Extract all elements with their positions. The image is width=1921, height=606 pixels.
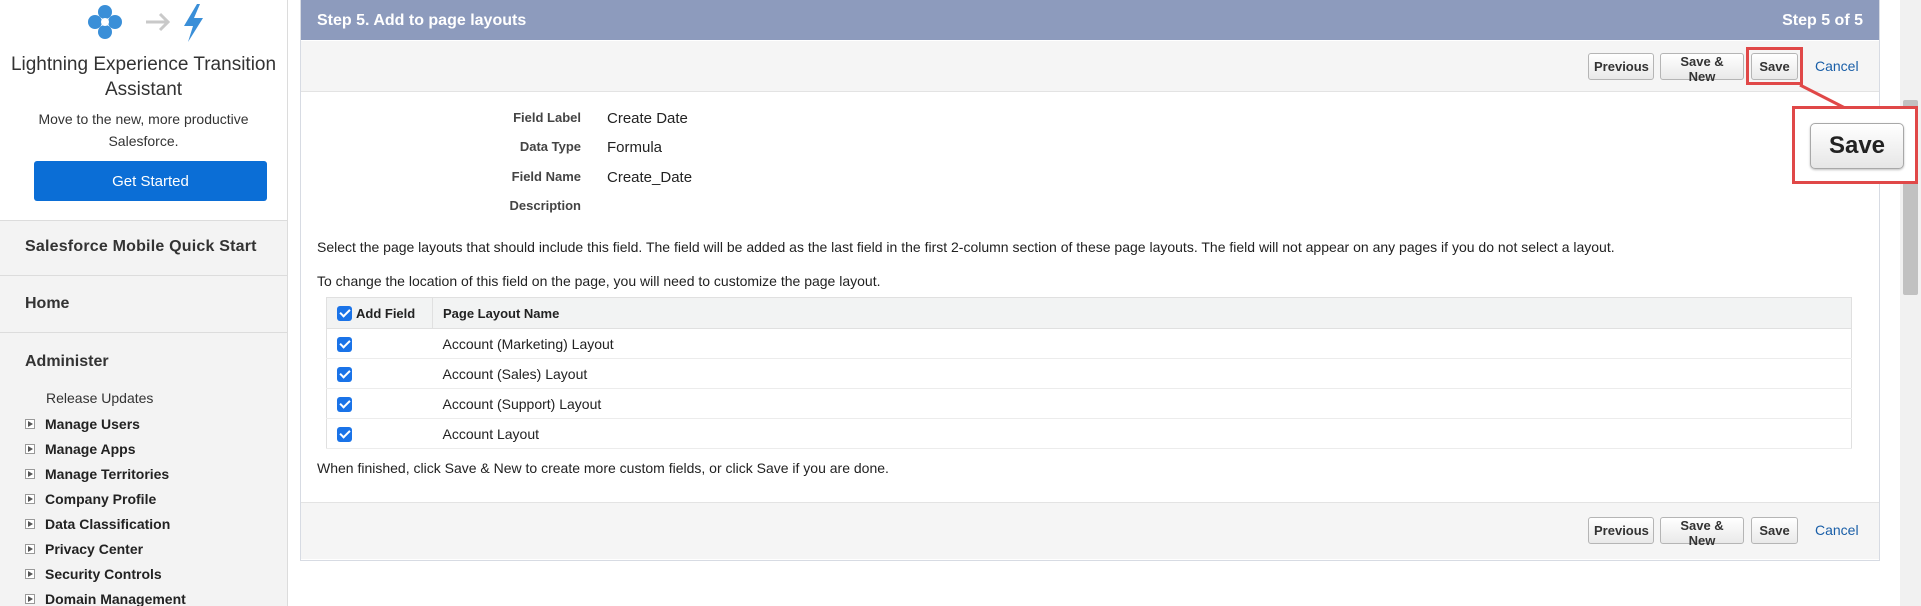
field-name-label: Field Name [511,169,581,184]
add-field-cell [326,358,433,389]
cancel-link[interactable]: Cancel [1815,58,1859,74]
sidebar-section-label: Salesforce Mobile Quick Start [25,238,257,255]
expand-icon[interactable] [25,593,35,604]
promo-subtitle: Move to the new, more productive Salesfo… [38,111,249,149]
salesforce-flower-icon [88,5,122,39]
table-header-row: Add Field Page Layout Name [326,297,1852,329]
layout-name-cell: Account (Support) Layout [432,388,1852,419]
sidebar-item-label: Company Profile [45,490,157,507]
cancel-link[interactable]: Cancel [1815,522,1859,538]
instructions-change-location: To change the location of this field on … [317,273,881,289]
expand-icon[interactable] [25,418,35,429]
page-layouts-table: Add Field Page Layout Name Account (Mark… [326,297,1852,449]
sidebar-item-label: Manage Users [45,415,140,432]
instructions-finished: When finished, click Save & New to creat… [317,460,889,476]
sidebar-item-release-updates[interactable]: Release Updates [46,390,153,406]
data-type-label: Data Type [519,139,581,154]
add-field-checkbox[interactable] [337,396,352,412]
sidebar-item-company-profile[interactable]: Company Profile [25,486,186,511]
sidebar-section-mobile-quick-start[interactable]: Salesforce Mobile Quick Start [0,221,287,276]
lightning-promo: Lightning Experience Transition Assistan… [0,0,287,221]
bottom-button-bar: Previous Save & New Save Cancel [301,502,1879,559]
sidebar-item-domain-management[interactable]: Domain Management [25,586,186,606]
setup-sidebar: Lightning Experience Transition Assistan… [0,0,288,606]
save-and-new-button[interactable]: Save & New [1660,517,1744,548]
save-highlight-box [1746,47,1803,85]
table-row: Account (Sales) Layout [326,358,1852,389]
add-field-cell [326,328,433,359]
expand-icon[interactable] [25,543,35,554]
sidebar-item-privacy-center[interactable]: Privacy Center [25,536,186,561]
field-label-label: Field Label [513,110,581,125]
layout-name-cell: Account Layout [432,418,1852,449]
sidebar-item-label: Privacy Center [45,540,144,557]
field-label-value: Create Date [607,110,688,127]
arrow-right-icon [146,12,171,32]
expand-icon[interactable] [25,468,35,479]
layout-name-cell: Account (Marketing) Layout [432,328,1852,359]
sidebar-item-label: Manage Apps [45,440,136,457]
step-panel: Step 5. Add to page layouts Step 5 of 5 … [300,0,1880,561]
table-row: Account (Support) Layout [326,388,1852,419]
expand-icon[interactable] [25,493,35,504]
expand-icon[interactable] [25,443,35,454]
layout-name-cell: Account (Sales) Layout [432,358,1852,389]
save-and-new-button[interactable]: Save & New [1660,53,1744,84]
administer-tree: Manage Users Manage Apps Manage Territor… [25,411,186,606]
add-field-checkbox[interactable] [337,366,352,382]
expand-icon[interactable] [25,568,35,579]
sidebar-item-label: Domain Management [45,590,186,606]
data-type-value: Formula [607,139,663,156]
sidebar-item-data-classification[interactable]: Data Classification [25,511,186,536]
field-name-value: Create_Date [607,169,693,186]
sidebar-item-security-controls[interactable]: Security Controls [25,561,186,586]
sidebar-item-label: Manage Territories [45,465,170,482]
lightning-bolt-icon [184,4,203,42]
zoomed-save-callout: Save [1792,106,1918,184]
previous-button[interactable]: Previous [1588,517,1654,544]
page-scrollbar[interactable] [1900,0,1921,606]
previous-button[interactable]: Previous [1588,53,1654,80]
get-started-button[interactable]: Get Started [34,161,267,201]
instructions-select-layouts: Select the page layouts that should incl… [317,239,1615,255]
expand-icon[interactable] [25,518,35,529]
sidebar-section-home[interactable]: Home [0,276,287,333]
page-layout-name-header: Page Layout Name [432,297,1852,329]
column-header-label: Add Field [356,306,416,322]
sidebar-section-label: Home [25,295,70,312]
sidebar-item-manage-apps[interactable]: Manage Apps [25,436,186,461]
add-field-checkbox[interactable] [337,336,352,352]
sidebar-section-administer: Administer Release Updates Manage Users … [0,333,287,606]
sidebar-item-manage-territories[interactable]: Manage Territories [25,461,186,486]
promo-title: Lightning Experience Transition Assistan… [10,54,277,100]
sidebar-item-label: Security Controls [45,565,162,582]
save-button[interactable]: Save [1751,517,1798,544]
sidebar-section-label: Administer [25,353,109,370]
step-header: Step 5. Add to page layouts Step 5 of 5 [301,0,1879,40]
table-row: Account (Marketing) Layout [326,328,1852,359]
add-field-checkbox[interactable] [337,426,352,442]
description-label: Description [509,198,581,213]
select-all-checkbox[interactable] [337,306,352,322]
table-row: Account Layout [326,418,1852,449]
add-field-cell [326,388,433,419]
add-field-cell [326,418,433,449]
promo-icons [88,4,203,42]
step-title: Step 5. Add to page layouts [317,12,527,29]
top-button-bar: Previous Save & New Save Cancel [301,41,1879,92]
zoomed-save-button[interactable]: Save [1810,123,1904,169]
sidebar-item-label: Data Classification [45,515,171,532]
step-counter: Step 5 of 5 [1782,12,1863,29]
sidebar-item-manage-users[interactable]: Manage Users [25,411,186,436]
add-field-header: Add Field [326,297,433,329]
